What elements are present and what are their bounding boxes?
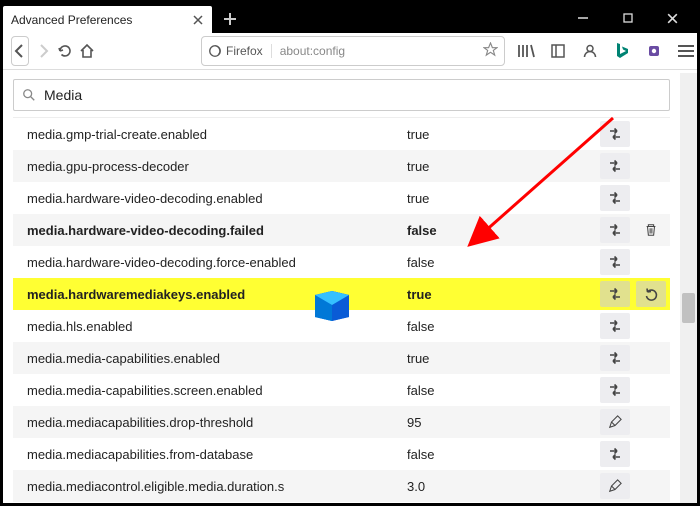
url-text: about:config bbox=[280, 44, 475, 58]
pref-name: media.media-capabilities.enabled bbox=[27, 351, 407, 366]
pref-value: true bbox=[407, 127, 594, 142]
identity-box[interactable]: Firefox bbox=[208, 44, 272, 58]
pref-toggle-button[interactable] bbox=[600, 217, 630, 243]
pref-value: false bbox=[407, 383, 594, 398]
pref-value: false bbox=[407, 255, 594, 270]
pref-row[interactable]: media.hardware-video-decoding.force-enab… bbox=[13, 246, 670, 278]
hamburger-icon bbox=[678, 45, 694, 57]
library-button[interactable] bbox=[511, 37, 541, 65]
home-button[interactable] bbox=[79, 37, 95, 65]
pref-value: true bbox=[407, 287, 594, 302]
pref-value: 3.0 bbox=[407, 479, 594, 494]
pref-value: false bbox=[407, 223, 594, 238]
sidebar-button[interactable] bbox=[543, 37, 573, 65]
pref-value: true bbox=[407, 191, 594, 206]
pref-row[interactable]: media.gmp-trial-create.enabledtrue bbox=[13, 118, 670, 150]
pref-row[interactable]: media.gpu-process-decodertrue bbox=[13, 150, 670, 182]
pref-row[interactable]: media.mediacapabilities.from-databasefal… bbox=[13, 438, 670, 470]
pref-toggle-button[interactable] bbox=[600, 441, 630, 467]
pref-row[interactable]: media.mediacapabilities.drop-threshold95 bbox=[13, 406, 670, 438]
extension-icon[interactable] bbox=[639, 37, 669, 65]
pref-row[interactable]: media.hls.enabledfalse bbox=[13, 310, 670, 342]
pref-edit-button[interactable] bbox=[600, 409, 630, 435]
menu-button[interactable] bbox=[671, 37, 700, 65]
search-query: Media bbox=[44, 87, 82, 103]
pref-value: 95 bbox=[407, 415, 594, 430]
pref-value: true bbox=[407, 159, 594, 174]
identity-label: Firefox bbox=[226, 44, 263, 58]
pref-toggle-button[interactable] bbox=[600, 185, 630, 211]
pref-row[interactable]: media.hardwaremediakeys.enabledtrue bbox=[13, 278, 670, 310]
scrollbar-thumb[interactable] bbox=[682, 293, 695, 323]
pref-row[interactable]: media.media-capabilities.screen.enabledf… bbox=[13, 374, 670, 406]
minimize-button[interactable] bbox=[560, 3, 605, 33]
pref-toggle-button[interactable] bbox=[600, 345, 630, 371]
maximize-button[interactable] bbox=[605, 3, 650, 33]
pref-row[interactable]: media.mediacontrol.eligible.media.durati… bbox=[13, 470, 670, 502]
pref-toggle-button[interactable] bbox=[600, 121, 630, 147]
pref-toggle-button[interactable] bbox=[600, 377, 630, 403]
pref-value: false bbox=[407, 319, 594, 334]
back-button[interactable] bbox=[11, 36, 29, 66]
search-icon bbox=[22, 88, 36, 102]
new-tab-button[interactable] bbox=[216, 5, 244, 33]
pref-edit-button[interactable] bbox=[600, 473, 630, 499]
vertical-scrollbar[interactable] bbox=[680, 73, 697, 503]
pref-row[interactable]: media.media-capabilities.enabledtrue bbox=[13, 342, 670, 374]
pref-toggle-button[interactable] bbox=[600, 281, 630, 307]
browser-tab[interactable]: Advanced Preferences bbox=[3, 6, 212, 34]
pref-row[interactable]: media.hardware-video-decoding.enabledtru… bbox=[13, 182, 670, 214]
pref-toggle-button[interactable] bbox=[600, 153, 630, 179]
window-controls bbox=[560, 3, 697, 33]
pref-name: media.hls.enabled bbox=[27, 319, 407, 334]
forward-button[interactable] bbox=[35, 37, 51, 65]
bing-icon[interactable] bbox=[607, 37, 637, 65]
titlebar: Advanced Preferences bbox=[3, 3, 697, 33]
close-tab-icon[interactable] bbox=[190, 12, 206, 28]
pref-value: false bbox=[407, 447, 594, 462]
pref-reset-button[interactable] bbox=[636, 281, 666, 307]
pref-name: media.hardware-video-decoding.force-enab… bbox=[27, 255, 407, 270]
url-bar[interactable]: Firefox about:config bbox=[201, 36, 505, 66]
pref-value: true bbox=[407, 351, 594, 366]
pref-name: media.media-capabilities.screen.enabled bbox=[27, 383, 407, 398]
close-window-button[interactable] bbox=[650, 3, 695, 33]
pref-name: media.gpu-process-decoder bbox=[27, 159, 407, 174]
pref-table: media.gmp-trial-create.enabledtruemedia.… bbox=[13, 117, 670, 503]
pref-row[interactable]: media.hardware-video-decoding.failedfals… bbox=[13, 214, 670, 246]
account-button[interactable] bbox=[575, 37, 605, 65]
reload-button[interactable] bbox=[57, 37, 73, 65]
pref-name: media.mediacapabilities.drop-threshold bbox=[27, 415, 407, 430]
pref-search-input[interactable]: Media bbox=[13, 79, 670, 111]
pref-name: media.gmp-trial-create.enabled bbox=[27, 127, 407, 142]
tab-title: Advanced Preferences bbox=[11, 13, 190, 27]
pref-row[interactable]: media.mediacontrol.stopcontrol.timer.ms6… bbox=[13, 502, 670, 503]
pref-name: media.hardwaremediakeys.enabled bbox=[27, 287, 407, 302]
pref-name: media.mediacontrol.eligible.media.durati… bbox=[27, 479, 407, 494]
pref-toggle-button[interactable] bbox=[600, 313, 630, 339]
pref-toggle-button[interactable] bbox=[600, 249, 630, 275]
pref-name: media.hardware-video-decoding.enabled bbox=[27, 191, 407, 206]
toolbar: Firefox about:config bbox=[3, 33, 697, 70]
pref-name: media.mediacapabilities.from-database bbox=[27, 447, 407, 462]
pref-delete-button[interactable] bbox=[636, 217, 666, 243]
bookmark-star-icon[interactable] bbox=[483, 42, 498, 60]
pref-name: media.hardware-video-decoding.failed bbox=[27, 223, 407, 238]
firefox-icon bbox=[208, 44, 222, 58]
